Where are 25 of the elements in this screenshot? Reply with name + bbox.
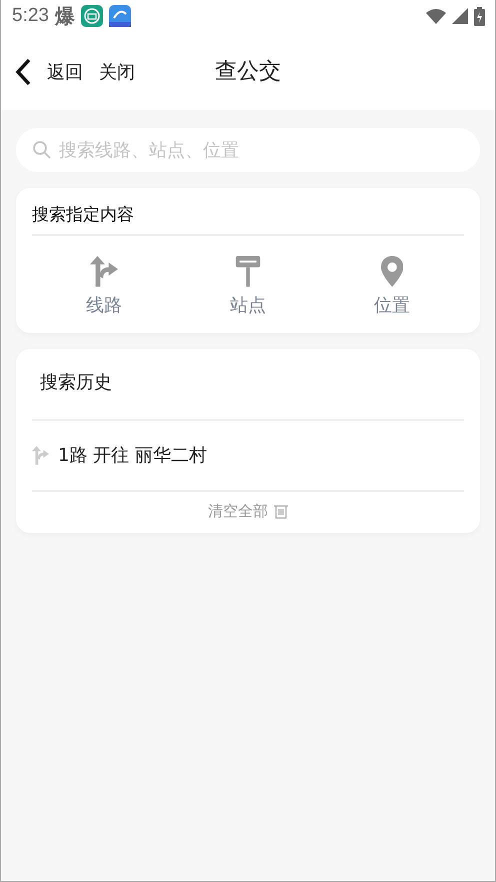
clear-all-button[interactable]: 清空全部 (208, 492, 288, 533)
search-type-button[interactable]: 位置 (320, 256, 464, 317)
search-icon (33, 141, 51, 159)
back-button[interactable]: 返回 (14, 58, 83, 86)
page-title: 查公交 (215, 58, 281, 86)
stop-sign-icon (234, 256, 262, 287)
search-field[interactable]: 搜索线路、站点、位置 (16, 128, 480, 172)
search-type-button[interactable]: 站点 (176, 256, 320, 317)
app-icon (80, 5, 103, 27)
route-icon (90, 256, 118, 287)
clock: 5:23 (12, 5, 49, 27)
trash-icon (274, 504, 288, 519)
app-icon (108, 5, 131, 27)
section-title: 搜索指定内容 (32, 204, 134, 227)
section-title: 搜索历史 (39, 370, 113, 395)
search-type-button[interactable]: 线路 (32, 256, 176, 317)
battery-icon (474, 6, 485, 26)
wifi-icon (426, 8, 446, 24)
notification-icon: 爆 (54, 2, 75, 30)
back-icon (14, 58, 32, 86)
history-item[interactable]: 1路 开往 丽华二村 (32, 420, 464, 490)
close-button[interactable]: 关闭 (99, 60, 135, 84)
route-icon (32, 446, 49, 465)
signal-icon (452, 8, 468, 24)
location-pin-icon (380, 256, 404, 287)
